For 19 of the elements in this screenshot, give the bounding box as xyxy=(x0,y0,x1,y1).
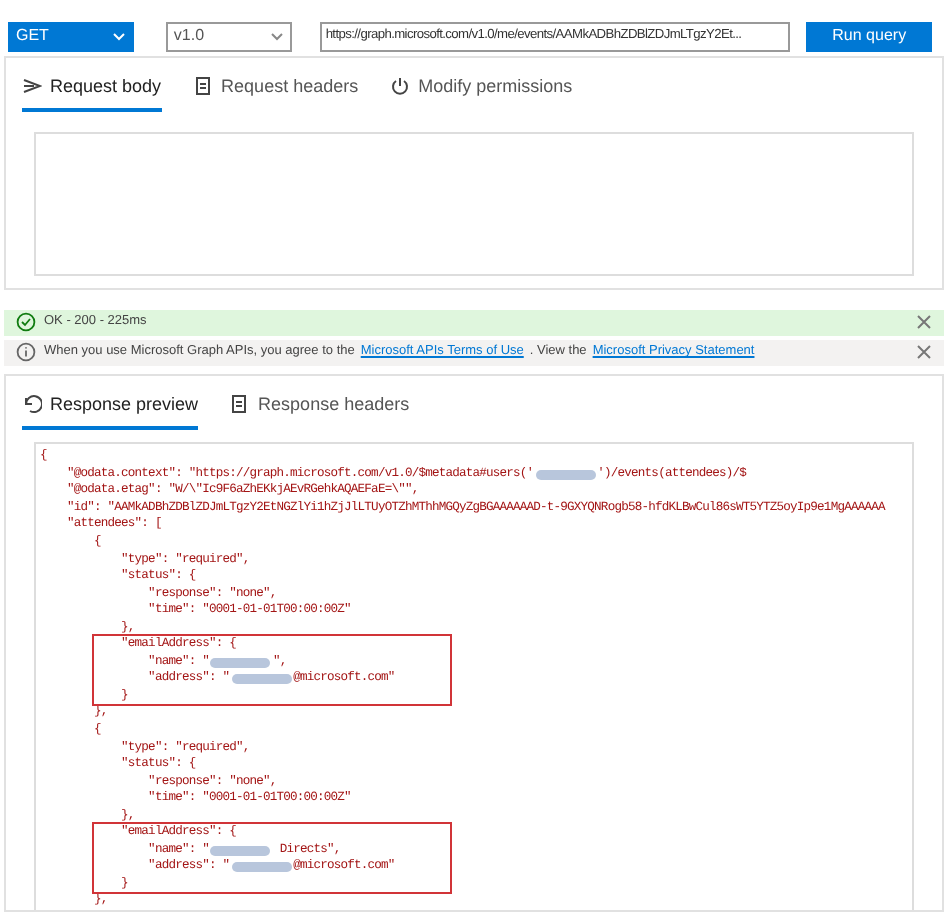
tab[interactable]: Request body xyxy=(22,73,162,113)
method-dropdown[interactable]: GET xyxy=(8,21,134,52)
info-icon xyxy=(16,342,36,363)
power-icon xyxy=(390,76,411,97)
send-icon xyxy=(22,76,42,97)
tab[interactable]: Response headers xyxy=(230,391,410,431)
document-icon xyxy=(230,394,251,415)
tab[interactable]: Modify permissions xyxy=(390,73,573,113)
run-query-button[interactable]: Run query xyxy=(806,21,932,52)
chevron-down-icon xyxy=(269,31,284,42)
version-dropdown[interactable]: v1.0 xyxy=(165,21,292,52)
tab[interactable]: Response preview xyxy=(22,391,199,431)
check-circle-icon xyxy=(16,312,36,333)
undo-icon xyxy=(22,394,42,415)
close-icon[interactable] xyxy=(916,344,932,361)
chevron-down-icon xyxy=(111,31,126,42)
document-icon xyxy=(193,76,214,97)
close-icon[interactable] xyxy=(916,314,932,331)
tab[interactable]: Request headers xyxy=(193,73,359,113)
